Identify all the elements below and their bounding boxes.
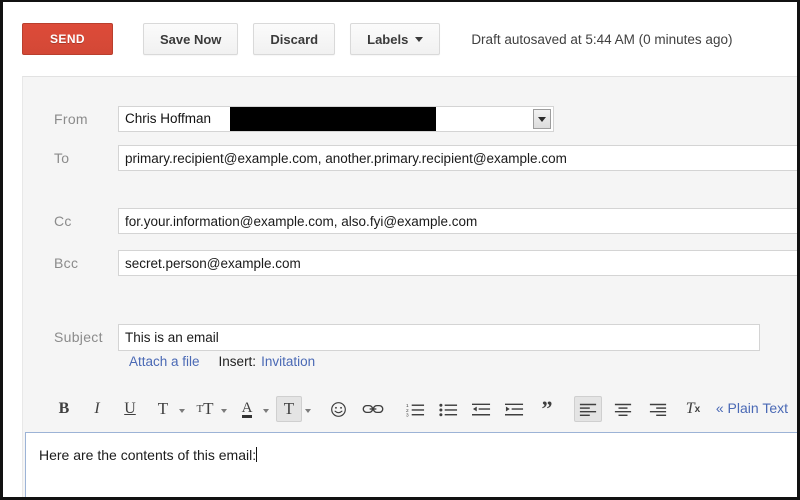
to-label: To xyxy=(54,150,70,166)
compose-window: SEND Save Now Discard Labels Draft autos… xyxy=(0,0,800,500)
font-size-icon[interactable]: TT xyxy=(192,396,218,422)
bold-icon[interactable]: B xyxy=(51,396,77,422)
font-size-large-glyph: T xyxy=(203,399,214,418)
from-select[interactable]: Chris Hoffman xyxy=(118,106,554,132)
bcc-input[interactable]: secret.person@example.com xyxy=(118,250,797,276)
chevron-down-icon xyxy=(415,36,424,42)
message-body-text: Here are the contents of this email: xyxy=(39,447,257,463)
save-now-button-label: Save Now xyxy=(160,31,222,47)
font-size-small-glyph: T xyxy=(196,403,204,415)
emoji-icon[interactable] xyxy=(325,396,351,422)
underline-icon[interactable]: U xyxy=(117,396,143,422)
svg-text:3: 3 xyxy=(406,412,409,416)
font-family-chevron-down-icon[interactable] xyxy=(179,408,185,413)
remove-formatting-icon[interactable]: Tx xyxy=(679,396,707,422)
remove-formatting-subscript: x xyxy=(694,403,701,415)
attach-insert-row: Attach a file Insert: Invitation xyxy=(129,354,315,369)
redaction-bar xyxy=(230,107,436,131)
font-family-glyph: T xyxy=(157,399,169,418)
to-input[interactable]: primary.recipient@example.com, another.p… xyxy=(118,145,797,171)
from-label: From xyxy=(54,111,88,127)
bcc-row: Bcc secret.person@example.com xyxy=(23,250,797,276)
autosave-status: Draft autosaved at 5:44 AM (0 minutes ag… xyxy=(471,31,733,47)
from-value: Chris Hoffman xyxy=(125,111,212,126)
to-row: To primary.recipient@example.com, anothe… xyxy=(23,145,797,171)
bcc-label: Bcc xyxy=(54,255,79,271)
insert-label: Insert: xyxy=(218,354,257,369)
quote-glyph: ” xyxy=(541,396,553,421)
labels-button[interactable]: Labels xyxy=(350,23,441,55)
send-button-label: SEND xyxy=(50,32,85,46)
text-cursor xyxy=(256,447,258,462)
cc-row: Cc for.your.information@example.com, als… xyxy=(23,208,797,234)
discard-button-label: Discard xyxy=(270,31,319,47)
numbered-list-icon[interactable]: 1 2 3 xyxy=(402,396,428,422)
text-color-icon[interactable]: A xyxy=(234,396,260,422)
quote-icon[interactable]: ” xyxy=(534,396,560,422)
save-now-button[interactable]: Save Now xyxy=(143,23,239,55)
subject-row: Subject This is an email xyxy=(23,323,797,351)
send-button[interactable]: SEND xyxy=(22,23,113,55)
from-dropdown-arrow-icon[interactable] xyxy=(533,109,551,129)
from-row: From Chris Hoffman xyxy=(23,106,797,132)
action-bar: SEND Save Now Discard Labels Draft autos… xyxy=(3,2,797,76)
message-body-editor[interactable]: Here are the contents of this email: xyxy=(25,432,797,497)
remove-formatting-glyph: T xyxy=(685,400,695,417)
insert-invitation-link[interactable]: Invitation xyxy=(261,354,315,369)
font-family-icon[interactable]: T xyxy=(150,396,176,422)
indent-icon[interactable] xyxy=(501,396,527,422)
labels-button-label: Labels xyxy=(367,31,409,47)
link-icon[interactable] xyxy=(358,396,388,422)
subject-input[interactable]: This is an email xyxy=(118,323,760,351)
text-color-chevron-down-icon[interactable] xyxy=(263,408,269,413)
align-right-icon[interactable] xyxy=(644,396,672,422)
italic-icon[interactable]: I xyxy=(84,396,110,422)
format-toolbar: B I U T TT A T 1 2 3 ” T x xyxy=(3,390,797,428)
bulleted-list-icon[interactable] xyxy=(435,396,461,422)
highlight-color-chevron-down-icon[interactable] xyxy=(305,408,311,413)
highlight-color-icon[interactable]: T xyxy=(276,396,302,422)
highlight-color-glyph: T xyxy=(283,399,295,418)
font-size-chevron-down-icon[interactable] xyxy=(221,408,227,413)
text-color-glyph: A xyxy=(241,399,253,418)
align-center-icon[interactable] xyxy=(609,396,637,422)
subject-label: Subject xyxy=(54,329,103,345)
outdent-icon[interactable] xyxy=(468,396,494,422)
align-left-icon[interactable] xyxy=(574,396,602,422)
cc-input[interactable]: for.your.information@example.com, also.f… xyxy=(118,208,797,234)
cc-label: Cc xyxy=(54,213,72,229)
plain-text-link[interactable]: « Plain Text xyxy=(716,400,788,416)
attach-a-file-link[interactable]: Attach a file xyxy=(129,354,200,369)
discard-button[interactable]: Discard xyxy=(253,23,336,55)
